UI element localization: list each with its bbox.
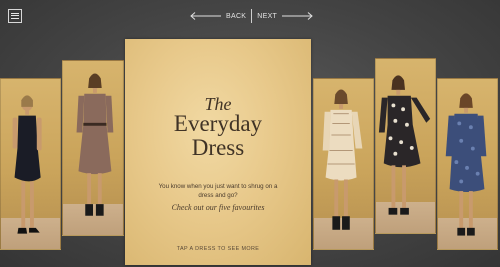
model-figure-5 xyxy=(445,93,487,236)
dress-photo-black[interactable] xyxy=(0,78,61,250)
arrow-left-icon xyxy=(190,12,221,20)
model-figure-3 xyxy=(322,89,363,230)
next-label: NEXT xyxy=(257,12,278,20)
nav-divider xyxy=(251,9,253,23)
dress-photo-mauve[interactable] xyxy=(62,60,124,236)
top-navigation: BACK NEXT xyxy=(190,8,313,24)
menu-button[interactable] xyxy=(8,9,22,23)
next-button[interactable]: NEXT xyxy=(253,12,313,20)
model-figure-2 xyxy=(76,73,114,216)
title-line-everyday: Everyday xyxy=(173,111,263,136)
back-label: BACK xyxy=(226,12,247,20)
title-line-dress: Dress xyxy=(191,135,245,160)
model-figure-4 xyxy=(378,75,431,215)
favourites-text: Check out our five favourites xyxy=(171,203,265,212)
hamburger-menu-icon xyxy=(11,12,19,14)
arrow-right-icon xyxy=(282,12,313,20)
back-button[interactable]: BACK xyxy=(190,12,250,20)
model-figure-1 xyxy=(12,95,42,234)
tap-instruction: TAP A DRESS TO SEE MORE xyxy=(176,246,260,252)
page-title: Everyday Dress xyxy=(125,112,311,160)
feature-panel: The Everyday Dress You know when you jus… xyxy=(125,39,311,265)
dress-photo-print[interactable] xyxy=(375,58,436,234)
dress-photo-cream[interactable] xyxy=(313,78,374,250)
dress-photo-blue[interactable] xyxy=(437,78,498,250)
intro-text: You know when you just want to shrug on … xyxy=(158,183,278,199)
